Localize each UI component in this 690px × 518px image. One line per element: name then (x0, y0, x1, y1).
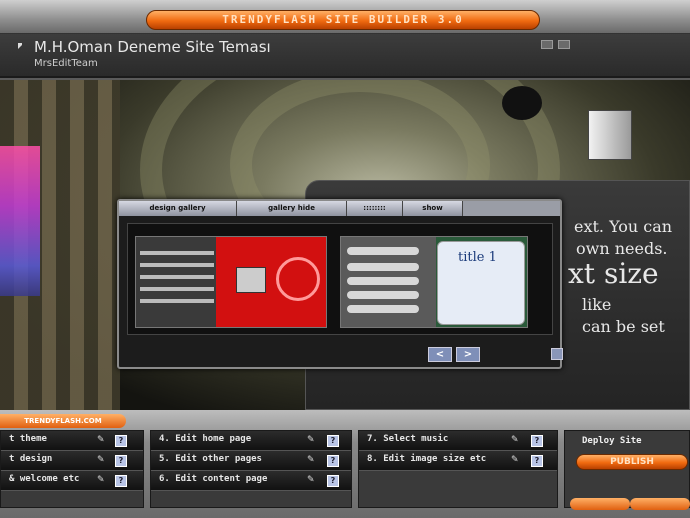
brand-logo: TRENDYFLASH.COM (0, 414, 126, 428)
step-label: & welcome etc (9, 474, 80, 484)
thumb-bar (347, 291, 419, 299)
steps-column-2: 4. Edit home page ✎ ? 5. Edit other page… (150, 430, 352, 508)
sound-toggle-icon[interactable] (541, 40, 553, 49)
content-text-large: xt size (568, 257, 659, 290)
tab-show[interactable]: show (403, 201, 463, 216)
edit-wand-icon[interactable]: ✎ (307, 475, 317, 485)
help-button[interactable]: ? (327, 475, 339, 487)
step-label: 8. Edit image size etc (367, 454, 487, 464)
publish-button[interactable]: PUBLISH (576, 454, 688, 470)
step-row[interactable]: t design ✎ ? (1, 451, 143, 471)
thumb-line (140, 299, 214, 303)
edit-wand-icon[interactable]: ✎ (307, 455, 317, 465)
step-label: t design (9, 454, 53, 464)
edit-wand-icon[interactable]: ✎ (307, 435, 317, 445)
app-title-pill: TRENDYFLASH SITE BUILDER 3.0 (146, 10, 540, 30)
help-button[interactable]: ? (327, 435, 339, 447)
thumb-line (140, 287, 214, 291)
site-subtitle: MrsEditTeam (34, 58, 98, 69)
thumb-wheel (276, 257, 320, 301)
design-thumbnail-green[interactable]: title 1 (340, 236, 528, 328)
edit-wand-icon[interactable]: ✎ (511, 435, 521, 445)
steps-column-3: 7. Select music ✎ ? 8. Edit image size e… (358, 430, 558, 508)
cube-logo-image (588, 110, 632, 160)
steps-column-1: t theme ✎ ? t design ✎ ? & welcome etc ✎… (0, 430, 144, 508)
design-gallery-dialog: design gallery gallery hide :::::::: sho… (117, 199, 563, 369)
thumb-line (140, 251, 214, 255)
ceiling-lamp-image (502, 86, 542, 120)
tab-design-gallery[interactable]: design gallery (119, 201, 237, 216)
site-title: M.H.Oman Deneme Site Teması (34, 38, 271, 56)
colour-strip-image (0, 146, 40, 296)
step-row[interactable]: 5. Edit other pages ✎ ? (151, 451, 351, 471)
gallery-tab-bar: design gallery gallery hide :::::::: sho… (119, 201, 560, 216)
edit-wand-icon[interactable]: ✎ (511, 455, 521, 465)
edit-wand-icon[interactable]: ✎ (97, 435, 107, 445)
thumb-bar (347, 247, 419, 255)
thumb-bar (347, 263, 419, 271)
content-text-line: own needs. (576, 239, 668, 258)
step-label: 4. Edit home page (159, 434, 252, 444)
thumb-bar (347, 305, 419, 313)
gallery-prev-button[interactable]: < (428, 347, 452, 362)
edit-wand-icon[interactable]: ✎ (97, 475, 107, 485)
site-header: M.H.Oman Deneme Site Teması MrsEditTeam (0, 34, 690, 78)
step-row[interactable]: 6. Edit content page ✎ ? (151, 471, 351, 491)
help-button[interactable]: ? (327, 455, 339, 467)
gallery-thumbnails: title 1 (127, 223, 553, 335)
design-thumbnail-red[interactable] (135, 236, 327, 328)
content-text-line: can be set (582, 317, 665, 336)
gallery-drag-handle[interactable]: :::::::: (347, 201, 403, 216)
footer-tab[interactable] (570, 498, 630, 510)
tab-gallery-hide[interactable]: gallery hide (237, 201, 347, 216)
top-bar: TRENDYFLASH SITE BUILDER 3.0 (0, 0, 690, 34)
thumb-card: title 1 (437, 241, 525, 325)
deploy-site-label: Deploy Site (582, 436, 642, 446)
edit-wand-icon[interactable]: ✎ (97, 455, 107, 465)
help-button[interactable]: ? (115, 455, 127, 467)
step-row[interactable]: t theme ✎ ? (1, 431, 143, 451)
thumb-line (140, 263, 214, 267)
gallery-close-icon[interactable] (551, 348, 563, 360)
step-row[interactable]: 8. Edit image size etc ✎ ? (359, 451, 557, 471)
content-text-line: ext. You can (574, 217, 673, 236)
help-button[interactable]: ? (115, 435, 127, 447)
footer-tab[interactable] (630, 498, 690, 510)
step-label: 5. Edit other pages (159, 454, 262, 464)
step-row[interactable]: 7. Select music ✎ ? (359, 431, 557, 451)
help-button[interactable]: ? (115, 475, 127, 487)
step-row[interactable]: 4. Edit home page ✎ ? (151, 431, 351, 451)
thumb-bar (347, 277, 419, 285)
thumb-cube (236, 267, 266, 293)
thumb-card-title: title 1 (458, 250, 497, 265)
step-label: t theme (9, 434, 47, 444)
step-label: 6. Edit content page (159, 474, 268, 484)
minimize-icon[interactable] (558, 40, 570, 49)
gallery-next-button[interactable]: > (456, 347, 480, 362)
step-label: 7. Select music (367, 434, 449, 444)
thumb-line (140, 275, 214, 279)
content-text-line: like (582, 295, 612, 314)
step-row[interactable]: & welcome etc ✎ ? (1, 471, 143, 491)
help-button[interactable]: ? (531, 435, 543, 447)
header-arrow-icon (18, 43, 28, 49)
help-button[interactable]: ? (531, 455, 543, 467)
